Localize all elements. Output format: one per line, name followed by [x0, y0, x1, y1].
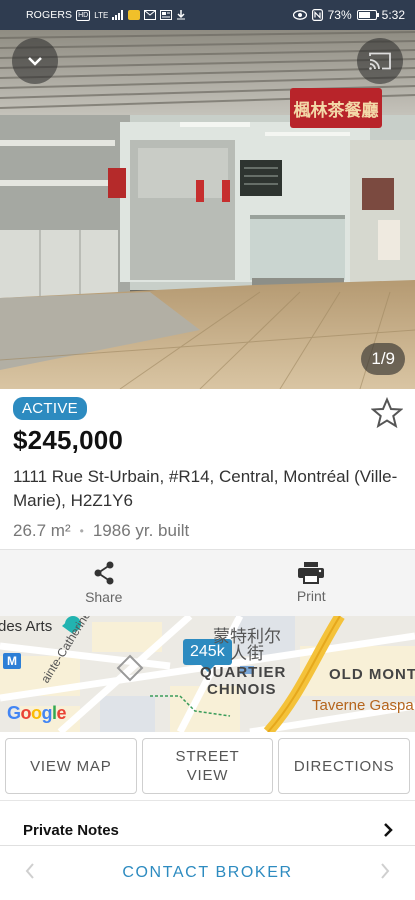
map-label-chinese: 蒙特利尔人街 [213, 627, 281, 663]
map-label-taverne: Taverne Gaspa [312, 697, 414, 714]
share-icon [94, 561, 114, 585]
photo-counter: 1/9 [361, 343, 405, 375]
listing-price: $245,000 [13, 425, 124, 455]
listing-meta: 26.7 m² • 1986 yr. built [13, 521, 403, 541]
battery-icon [356, 10, 379, 20]
listing-photo-image: 楓林茶餐廳 [0, 30, 415, 389]
map-label-old-montreal: OLD MONT [329, 666, 415, 683]
print-button[interactable]: Print [208, 550, 415, 616]
carrier-name: ROGERS [26, 9, 73, 21]
map-preview[interactable]: des Arts M ainte-Catherine St W 245k 蒙特利… [0, 616, 415, 732]
next-listing-button[interactable] [373, 859, 397, 887]
metro-icon: M [3, 653, 21, 669]
download-icon [177, 10, 186, 20]
listing-info: ACTIVE $245,000 1111 Rue St-Urbain, #R14… [0, 389, 415, 549]
shop-sign-text: 楓林茶餐廳 [294, 100, 379, 121]
cast-button[interactable] [357, 38, 403, 84]
meta-separator: • [79, 524, 84, 538]
chevron-down-icon [28, 57, 42, 66]
bottom-bar: CONTACT BROKER [0, 845, 415, 900]
network-type: LTE [94, 10, 109, 20]
collapse-button[interactable] [12, 38, 58, 84]
cast-icon [369, 52, 391, 70]
news-icon [160, 10, 173, 20]
print-label: Print [296, 588, 326, 604]
listing-photo[interactable]: 楓林茶餐廳 1/9 [0, 30, 415, 389]
map-label-des-arts: des Arts [0, 618, 53, 635]
google-logo: Google [7, 703, 67, 723]
status-right: 73% 5:32 [292, 8, 405, 22]
directions-button[interactable]: DIRECTIONS [278, 738, 411, 794]
view-map-button[interactable]: VIEW MAP [5, 738, 137, 794]
listing-address: 1111 Rue St-Urbain, #R14, Central, Montr… [13, 467, 398, 510]
chevron-right-icon [384, 823, 393, 837]
street-view-label-line1: STREET [175, 748, 240, 765]
share-label: Share [85, 589, 123, 605]
action-bar: Share Print [0, 549, 415, 616]
private-notes-label: Private Notes [23, 821, 119, 839]
clock: 5:32 [381, 8, 405, 22]
eye-icon [292, 10, 307, 20]
listing-year-built: 1986 yr. built [92, 521, 190, 540]
hd-icon: HD [76, 9, 91, 21]
battery-fill [358, 12, 371, 18]
status-left: ROGERS HD LTE [26, 9, 293, 21]
street-view-button[interactable]: STREET VIEW [141, 738, 274, 794]
street-view-label: STREET VIEW [176, 747, 240, 785]
status-bar: ROGERS HD LTE 73% 5:32 [0, 0, 415, 30]
map-label-chinois: CHINOIS [207, 681, 277, 698]
share-button[interactable]: Share [0, 550, 208, 616]
nfc-icon [311, 9, 323, 21]
street-view-label-line2: VIEW [186, 767, 229, 784]
contact-broker-button[interactable]: CONTACT BROKER [122, 864, 292, 882]
chevron-left-icon [25, 863, 34, 879]
map-buttons: VIEW MAP STREET VIEW DIRECTIONS [0, 732, 415, 800]
previous-listing-button[interactable] [18, 859, 42, 887]
battery-percent: 73% [327, 8, 352, 22]
signal-icon [112, 10, 124, 20]
favorite-star-icon[interactable] [371, 397, 403, 429]
private-notes-row[interactable]: Private Notes [0, 800, 415, 845]
print-icon [298, 562, 325, 584]
chevron-right-icon [381, 863, 390, 879]
status-badge: ACTIVE [13, 397, 87, 420]
listing-area: 26.7 m² [13, 521, 71, 540]
gmail-icon [144, 10, 157, 20]
notification-app-icon [128, 10, 141, 20]
map-label-quartier: QUARTIER [200, 664, 287, 681]
